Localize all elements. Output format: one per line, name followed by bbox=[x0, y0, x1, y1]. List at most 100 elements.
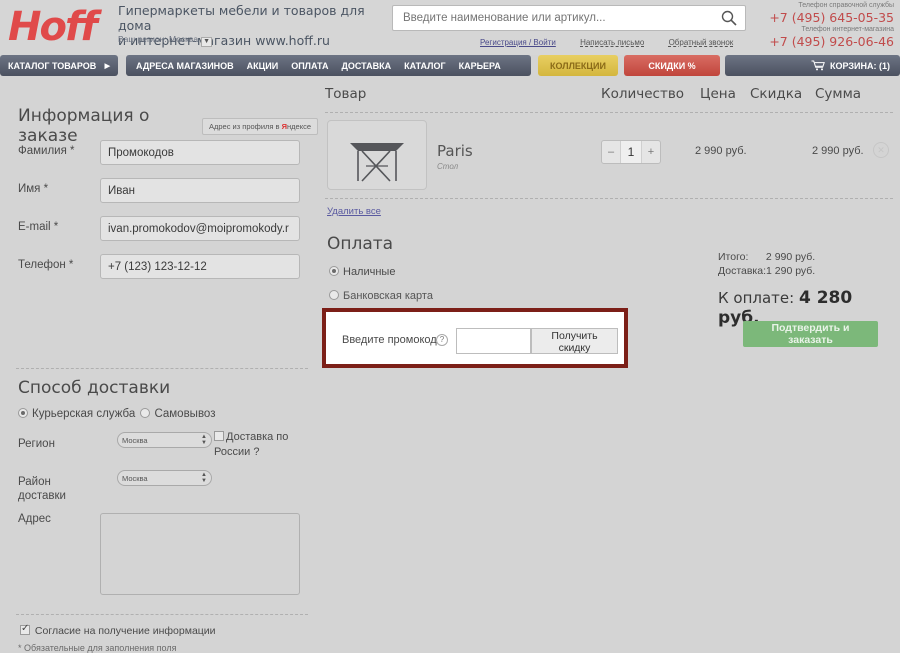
tagline-line-1: Гипермаркеты мебели и товаров для дома bbox=[118, 3, 393, 33]
quantity-decrease-button[interactable]: – bbox=[602, 146, 620, 158]
header-phones: Телефон справочной службы +7 (495) 645-0… bbox=[754, 1, 894, 49]
select-arrows-icon: ▲▼ bbox=[201, 434, 207, 446]
divider bbox=[325, 198, 893, 199]
nav-catalog-label: КАТАЛОГ ТОВАРОВ bbox=[8, 61, 96, 71]
radio-pickup-label: Самовывоз bbox=[154, 408, 215, 420]
nav-item-promotions[interactable]: АКЦИИ bbox=[247, 61, 279, 71]
checkout-page: Информация о заказе Адрес из профиля в Я… bbox=[0, 76, 900, 592]
district-select[interactable]: Москва ▲▼ bbox=[117, 470, 212, 486]
quantity-value[interactable]: 1 bbox=[620, 141, 642, 163]
product-row-sum: 2 990 руб. bbox=[812, 145, 864, 157]
consent-label: Согласие на получение информации bbox=[35, 625, 216, 637]
consent-checkbox-row[interactable]: Согласие на получение информации bbox=[20, 625, 216, 637]
product-name[interactable]: Paris bbox=[437, 142, 473, 160]
help-icon[interactable]: ? bbox=[436, 334, 448, 346]
select-arrows-icon: ▲▼ bbox=[201, 472, 207, 484]
field-phone-label: Телефон * bbox=[18, 259, 73, 271]
field-email-label: E-mail * bbox=[18, 221, 58, 233]
search-icon[interactable] bbox=[721, 10, 737, 26]
firstname-input[interactable] bbox=[100, 178, 300, 203]
totals-subtotal: Итого: 2 990 руб. bbox=[718, 250, 878, 264]
radio-courier[interactable]: Курьерская служба bbox=[18, 408, 135, 420]
nav-collections-button[interactable]: КОЛЛЕКЦИИ bbox=[538, 55, 618, 76]
cart-icon bbox=[811, 60, 825, 71]
radio-payment-card-icon[interactable] bbox=[329, 290, 339, 300]
yandex-profile-badge[interactable]: Адрес из профиля в Яндексе bbox=[202, 118, 318, 135]
ship-russia-option[interactable]: Доставка по России ? bbox=[214, 430, 314, 460]
district-select-value: Москва bbox=[122, 474, 148, 483]
promo-code-panel: Введите промокод ? Получить скидку bbox=[322, 308, 628, 368]
address-field-label: Адрес bbox=[18, 513, 51, 525]
confirm-order-button[interactable]: Подтвердить и заказать bbox=[743, 321, 878, 347]
link-register-login[interactable]: Регистрация / Войти bbox=[480, 38, 556, 47]
cart-table-header: Товар Количество Цена Скидка Сумма bbox=[325, 86, 893, 110]
radio-pickup-icon[interactable] bbox=[140, 408, 150, 418]
product-thumbnail[interactable] bbox=[327, 120, 427, 190]
link-write-letter[interactable]: Написать письмо bbox=[580, 38, 644, 47]
totals-payable-label: К оплате: bbox=[718, 289, 799, 307]
product-type: Стол bbox=[437, 162, 458, 171]
column-header-product: Товар bbox=[325, 86, 366, 102]
table-row: Paris Стол – 1 + 2 990 руб. 2 990 руб. ✕ bbox=[325, 120, 893, 190]
nav-item-delivery[interactable]: ДОСТАВКА bbox=[341, 61, 391, 71]
divider bbox=[16, 614, 308, 615]
nav-sales-button[interactable]: СКИДКИ % bbox=[624, 55, 720, 76]
consent-checkbox[interactable] bbox=[20, 625, 30, 635]
ship-russia-checkbox[interactable] bbox=[214, 431, 224, 441]
region-select[interactable]: Москва ▲▼ bbox=[117, 432, 212, 448]
delivery-method-options: Курьерская служба Самовывоз bbox=[18, 408, 217, 420]
chevron-down-icon[interactable]: ▼ bbox=[201, 37, 212, 47]
remove-item-icon[interactable]: ✕ bbox=[873, 142, 889, 158]
required-fields-note: * Обязательные для заполнения поля bbox=[18, 643, 176, 653]
column-header-quantity: Количество bbox=[601, 86, 684, 102]
nav-item-career[interactable]: КАРЬЕРА bbox=[459, 61, 501, 71]
product-unit-price: 2 990 руб. bbox=[695, 145, 747, 157]
payment-section-title: Оплата bbox=[327, 234, 393, 254]
table-illustration-icon bbox=[328, 121, 426, 189]
quantity-increase-button[interactable]: + bbox=[642, 146, 660, 158]
order-totals: Итого: 2 990 руб. Доставка:1 290 руб. К … bbox=[718, 250, 878, 328]
apply-promo-button[interactable]: Получить скидку bbox=[531, 328, 618, 354]
hoff-logo[interactable]: Hoff bbox=[8, 2, 108, 52]
radio-payment-cash[interactable]: Наличные bbox=[329, 266, 395, 278]
field-firstname: Имя * bbox=[18, 178, 308, 204]
region-field-label: Регион bbox=[18, 438, 55, 450]
totals-delivery: Доставка:1 290 руб. bbox=[718, 264, 878, 278]
nav-item-payment[interactable]: ОПЛАТА bbox=[291, 61, 328, 71]
radio-payment-cash-label: Наличные bbox=[343, 266, 395, 278]
nav-item-catalog[interactable]: КАТАЛОГ bbox=[404, 61, 446, 71]
region-label: Ваш регион: Москва bbox=[118, 34, 198, 44]
radio-pickup[interactable]: Самовывоз bbox=[140, 408, 215, 420]
site-header: Hoff Гипермаркеты мебели и товаров для д… bbox=[0, 0, 900, 55]
field-lastname: Фамилия * bbox=[18, 140, 308, 166]
nav-catalog-button[interactable]: КАТАЛОГ ТОВАРОВ ▶ bbox=[0, 55, 118, 76]
radio-payment-cash-icon[interactable] bbox=[329, 266, 339, 276]
divider bbox=[16, 368, 308, 369]
radio-courier-icon[interactable] bbox=[18, 408, 28, 418]
chevron-right-icon: ▶ bbox=[105, 62, 110, 70]
promo-code-input[interactable] bbox=[456, 328, 531, 354]
delivery-section-title: Способ доставки bbox=[18, 378, 170, 398]
radio-payment-card[interactable]: Банковская карта bbox=[329, 290, 433, 302]
link-callback[interactable]: Обратный звонок bbox=[669, 38, 734, 47]
promo-code-label: Введите промокод bbox=[342, 334, 437, 346]
yandex-badge-pre: Адрес из профиля в bbox=[209, 122, 282, 131]
search-box[interactable] bbox=[392, 5, 746, 31]
nav-cart-label: КОРЗИНА: (1) bbox=[830, 61, 890, 71]
search-input[interactable] bbox=[401, 6, 701, 30]
email-input[interactable] bbox=[100, 216, 300, 241]
header-links: Регистрация / Войти Написать письмо Обра… bbox=[480, 38, 755, 47]
region-selector[interactable]: Ваш регион: Москва▼ bbox=[118, 34, 212, 47]
phone-number-support[interactable]: +7 (495) 645-05-35 bbox=[754, 11, 894, 25]
phone-number-shop[interactable]: +7 (495) 926-06-46 bbox=[754, 35, 894, 49]
address-textarea[interactable] bbox=[100, 513, 300, 595]
clear-cart-link[interactable]: Удалить все bbox=[327, 206, 381, 217]
nav-cart-button[interactable]: КОРЗИНА: (1) bbox=[725, 55, 900, 76]
phone-input[interactable] bbox=[100, 254, 300, 279]
nav-item-stores[interactable]: АДРЕСА МАГАЗИНОВ bbox=[136, 61, 234, 71]
divider bbox=[325, 112, 893, 113]
column-header-price: Цена bbox=[700, 86, 736, 102]
quantity-stepper[interactable]: – 1 + bbox=[601, 140, 661, 164]
lastname-input[interactable] bbox=[100, 140, 300, 165]
field-firstname-label: Имя * bbox=[18, 183, 48, 195]
